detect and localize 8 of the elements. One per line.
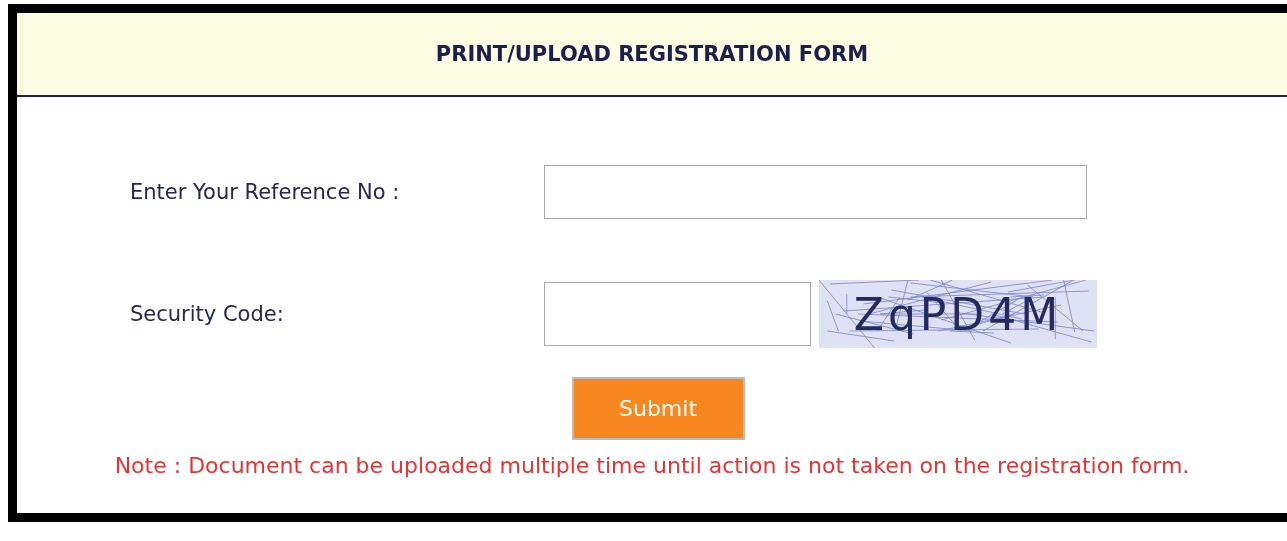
reference-input-field[interactable] bbox=[544, 165, 1087, 219]
security-code-input-field[interactable] bbox=[544, 282, 811, 346]
note-text: Note : Document can be uploaded multiple time until action is not taken on the registration form. bbox=[113, 452, 1191, 480]
captcha-image: ZqPD4M bbox=[819, 280, 1097, 348]
form-title: PRINT/UPLOAD REGISTRATION FORM bbox=[435, 42, 869, 66]
field-label: Security Code: bbox=[129, 302, 285, 326]
field-label: Enter Your Reference No : bbox=[129, 180, 401, 204]
submit-button[interactable]: Submit bbox=[571, 377, 745, 440]
